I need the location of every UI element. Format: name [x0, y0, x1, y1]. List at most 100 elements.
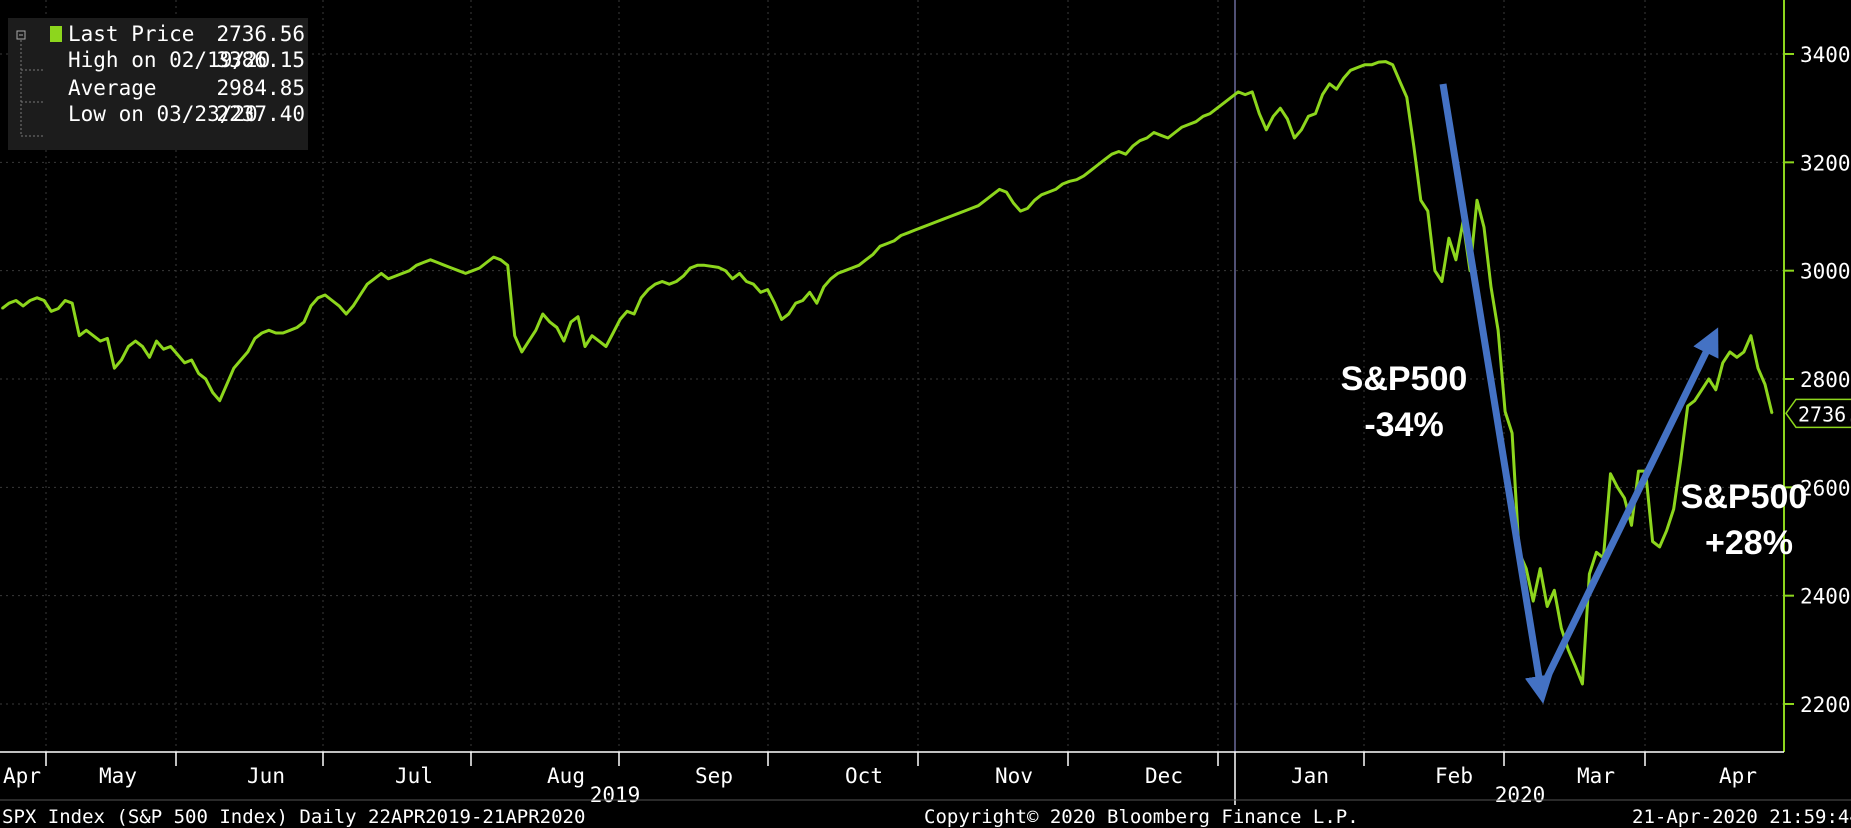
data-point [422, 261, 425, 264]
data-point [1616, 486, 1619, 489]
data-point [57, 307, 59, 310]
data-point [345, 313, 348, 315]
data-point [1174, 131, 1176, 134]
data-point [1764, 383, 1766, 386]
data-point [1757, 367, 1759, 370]
data-point [78, 334, 81, 337]
data-point [1195, 120, 1197, 123]
data-point [240, 359, 242, 361]
data-point [1251, 91, 1253, 93]
data-point [1293, 137, 1296, 139]
data-point [942, 218, 944, 220]
annotation-down-line1: S&P500 [1341, 360, 1468, 398]
data-point [1406, 96, 1408, 99]
data-point [766, 288, 769, 291]
data-point [1363, 64, 1366, 66]
data-point [1637, 470, 1640, 472]
data-point [1146, 137, 1148, 139]
data-point [1574, 665, 1577, 667]
data-point [1441, 280, 1443, 283]
data-point [921, 226, 923, 229]
data-point [745, 280, 748, 283]
data-point [542, 313, 544, 315]
data-point [282, 332, 284, 334]
data-point [366, 283, 369, 286]
data-point [29, 299, 31, 302]
data-point [977, 204, 980, 207]
data-point [1651, 540, 1654, 543]
data-point [1321, 93, 1324, 96]
data-point [1427, 210, 1429, 212]
data-point [324, 294, 326, 296]
data-point [197, 372, 200, 375]
data-point [450, 267, 453, 269]
y-tick-label: 2400 [1800, 585, 1851, 609]
data-point [401, 272, 404, 275]
data-point [886, 242, 888, 245]
data-point [1223, 102, 1225, 104]
series-group [1, 60, 1774, 686]
data-point [443, 264, 446, 267]
data-point [1118, 150, 1120, 153]
data-point [1153, 131, 1155, 134]
data-point [1623, 497, 1626, 500]
data-point [64, 299, 66, 302]
data-point [949, 215, 951, 218]
data-point [310, 305, 312, 307]
data-point [1546, 605, 1548, 608]
data-point [907, 232, 909, 234]
data-point [373, 278, 376, 280]
data-point [1012, 202, 1015, 204]
legend-tree-icon [16, 30, 44, 137]
data-point [1511, 432, 1513, 435]
data-point [1729, 351, 1731, 353]
data-point [1434, 269, 1436, 272]
data-point [787, 313, 790, 315]
data-point [1384, 60, 1387, 63]
data-point [478, 267, 481, 269]
data-point [830, 278, 832, 280]
x-tick-label: Jan [1291, 764, 1329, 788]
data-point [1483, 226, 1485, 229]
legend-avg-label: Average [68, 76, 157, 100]
data-point [387, 278, 390, 280]
legend-panel: Last Price 2736.56 High on 02/19/20 3386… [8, 18, 308, 150]
x-tick-label: Sep [695, 764, 733, 788]
data-point [914, 229, 916, 231]
series-line [1, 60, 1774, 686]
data-point [1525, 567, 1527, 570]
data-point [43, 299, 45, 302]
data-point [731, 278, 734, 280]
data-point [1103, 158, 1106, 161]
data-point [858, 264, 860, 267]
data-point [570, 321, 572, 323]
data-point [647, 288, 649, 291]
data-point [773, 302, 776, 305]
data-point [204, 378, 207, 380]
x-tick-label: Aug [547, 764, 585, 788]
data-point [577, 315, 579, 318]
data-point [218, 399, 221, 402]
data-point [837, 272, 839, 275]
data-point [1307, 115, 1310, 118]
data-point [759, 291, 762, 294]
data-point [1160, 134, 1162, 137]
data-point [991, 194, 994, 196]
legend-avg-value: 2984.85 [216, 76, 305, 100]
data-point [15, 299, 17, 302]
data-point [1230, 96, 1232, 99]
data-point [1504, 410, 1506, 413]
data-point [471, 269, 474, 272]
data-point [1686, 405, 1689, 407]
data-point [36, 297, 38, 299]
data-point [176, 353, 179, 356]
data-point [1356, 66, 1359, 69]
data-point [1588, 573, 1591, 575]
data-point [605, 345, 607, 348]
data-point [872, 253, 874, 256]
data-point [1005, 191, 1008, 193]
data-point [415, 264, 418, 267]
data-point [22, 305, 24, 307]
data-point [1026, 207, 1029, 210]
legend-last-label: Last Price [68, 22, 195, 46]
